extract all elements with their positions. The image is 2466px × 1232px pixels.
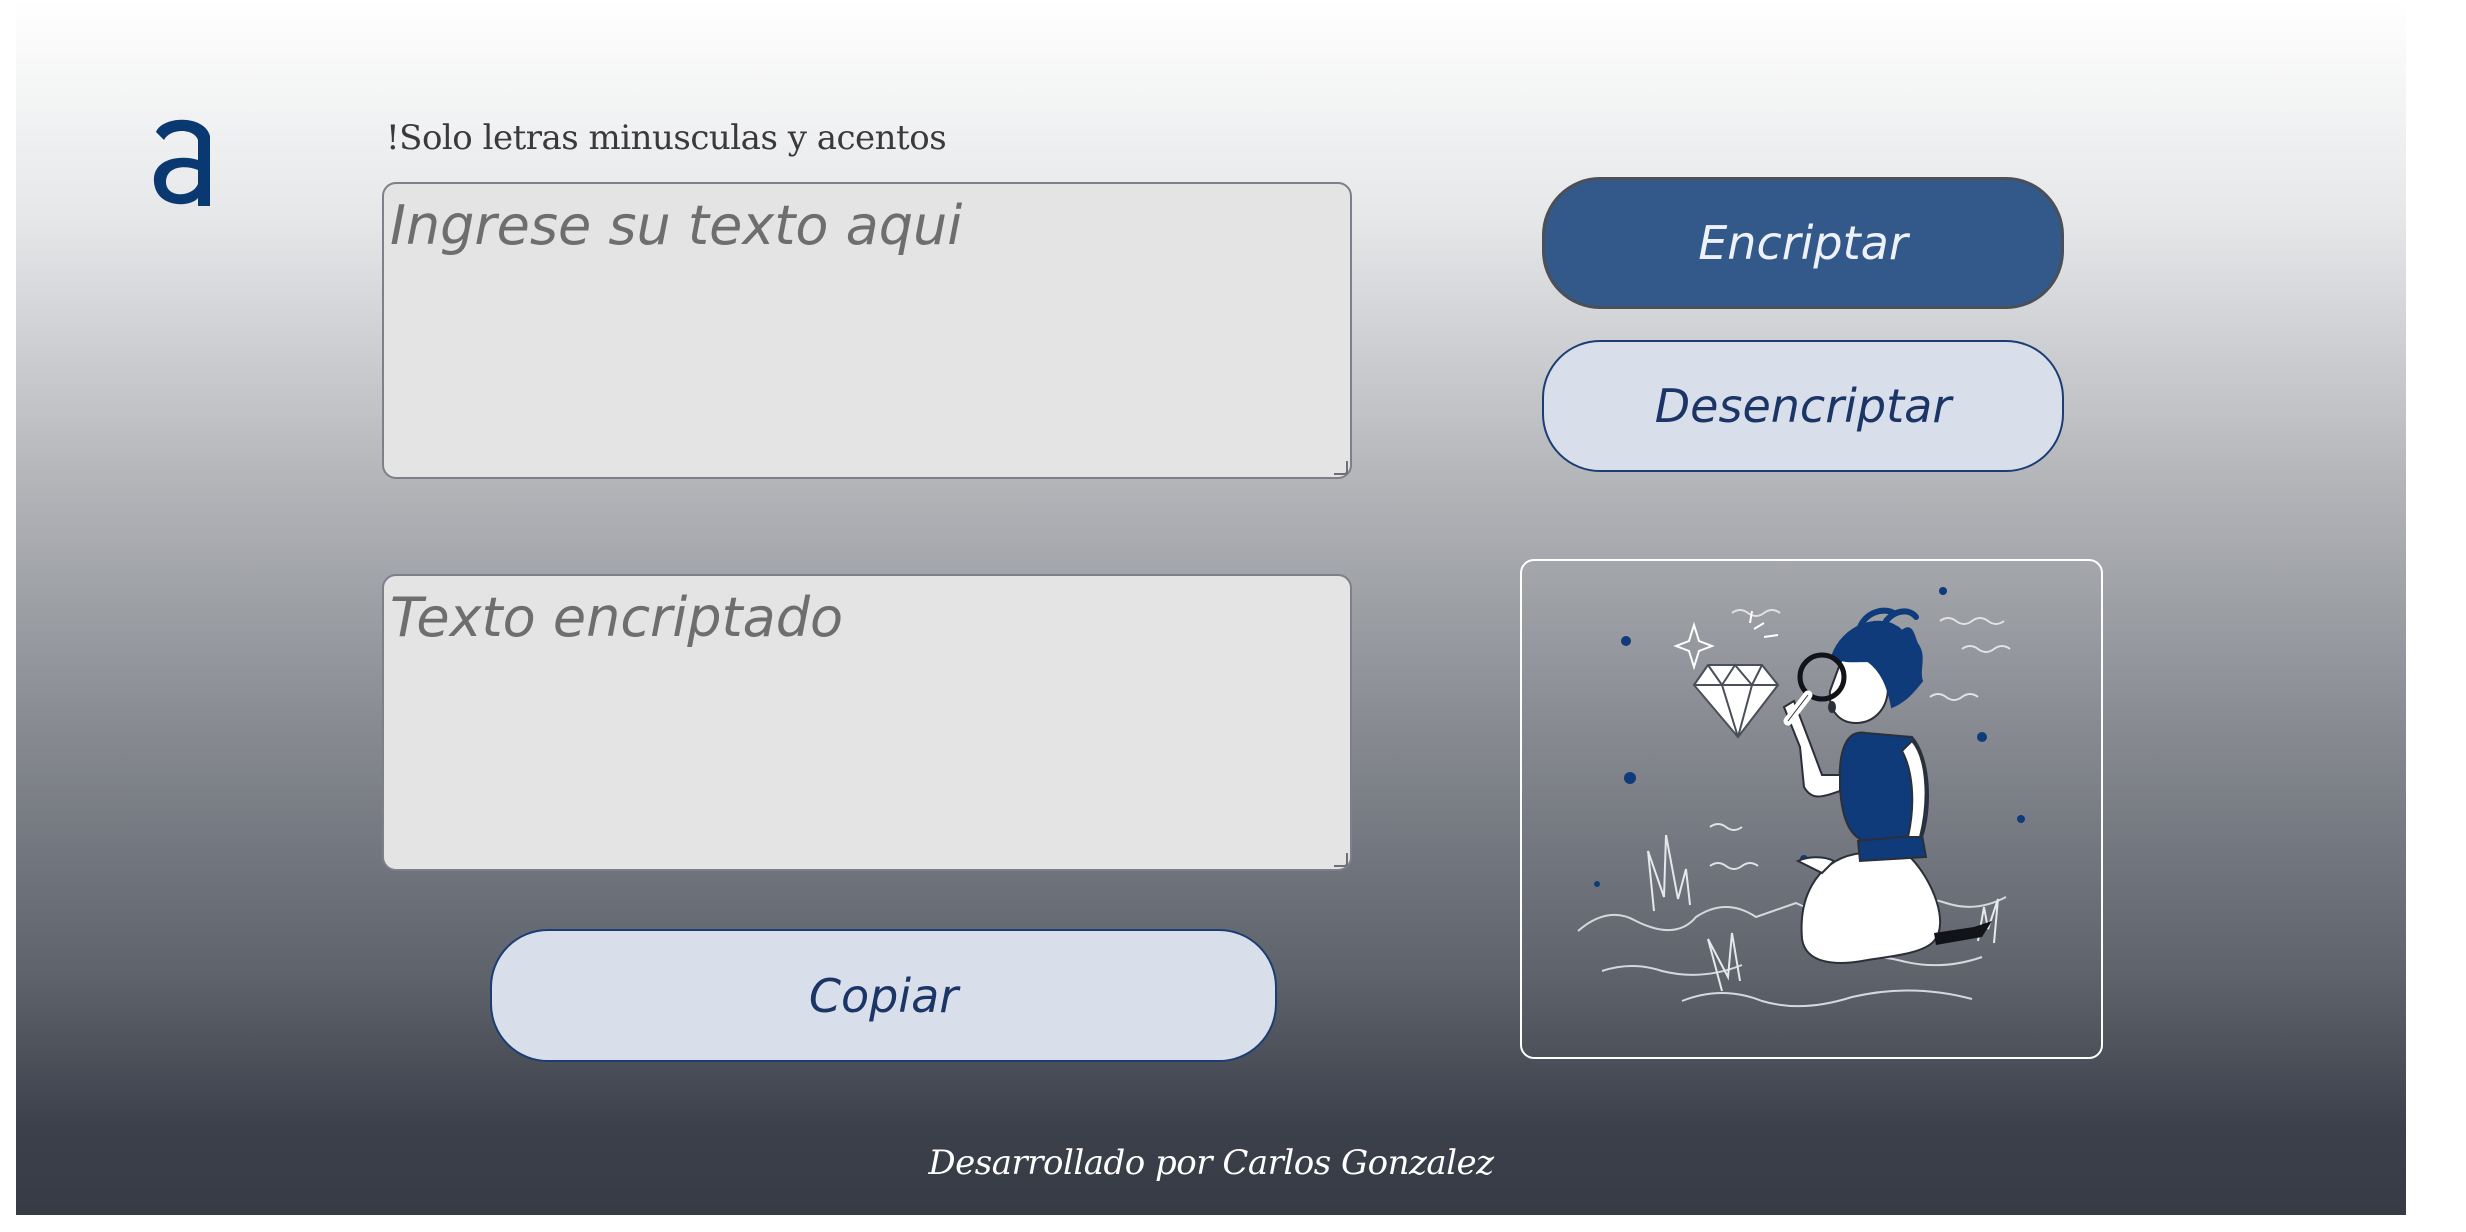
person-with-magnifier-icon [1577,587,2025,1008]
alura-logo-icon [138,100,228,220]
output-textarea-wrapper [382,574,1352,871]
decrypt-button[interactable]: Desencriptar [1542,340,2064,472]
encrypt-button[interactable]: Encriptar [1542,177,2064,309]
input-textarea-wrapper [382,182,1352,479]
copy-button[interactable]: Copiar [490,929,1277,1062]
footer-credit: Desarrollado por Carlos Gonzalez [928,1143,1494,1183]
input-resize-handle-icon[interactable] [1334,461,1348,475]
output-text-field[interactable] [382,574,1352,871]
input-text-field[interactable] [382,182,1352,479]
output-resize-handle-icon[interactable] [1334,853,1348,867]
page-background: !Solo letras minusculas y acentos Encrip… [16,0,2406,1215]
person-magnifier-illustration [1520,559,2103,1059]
input-hint-text: !Solo letras minusculas y acentos [386,118,947,158]
